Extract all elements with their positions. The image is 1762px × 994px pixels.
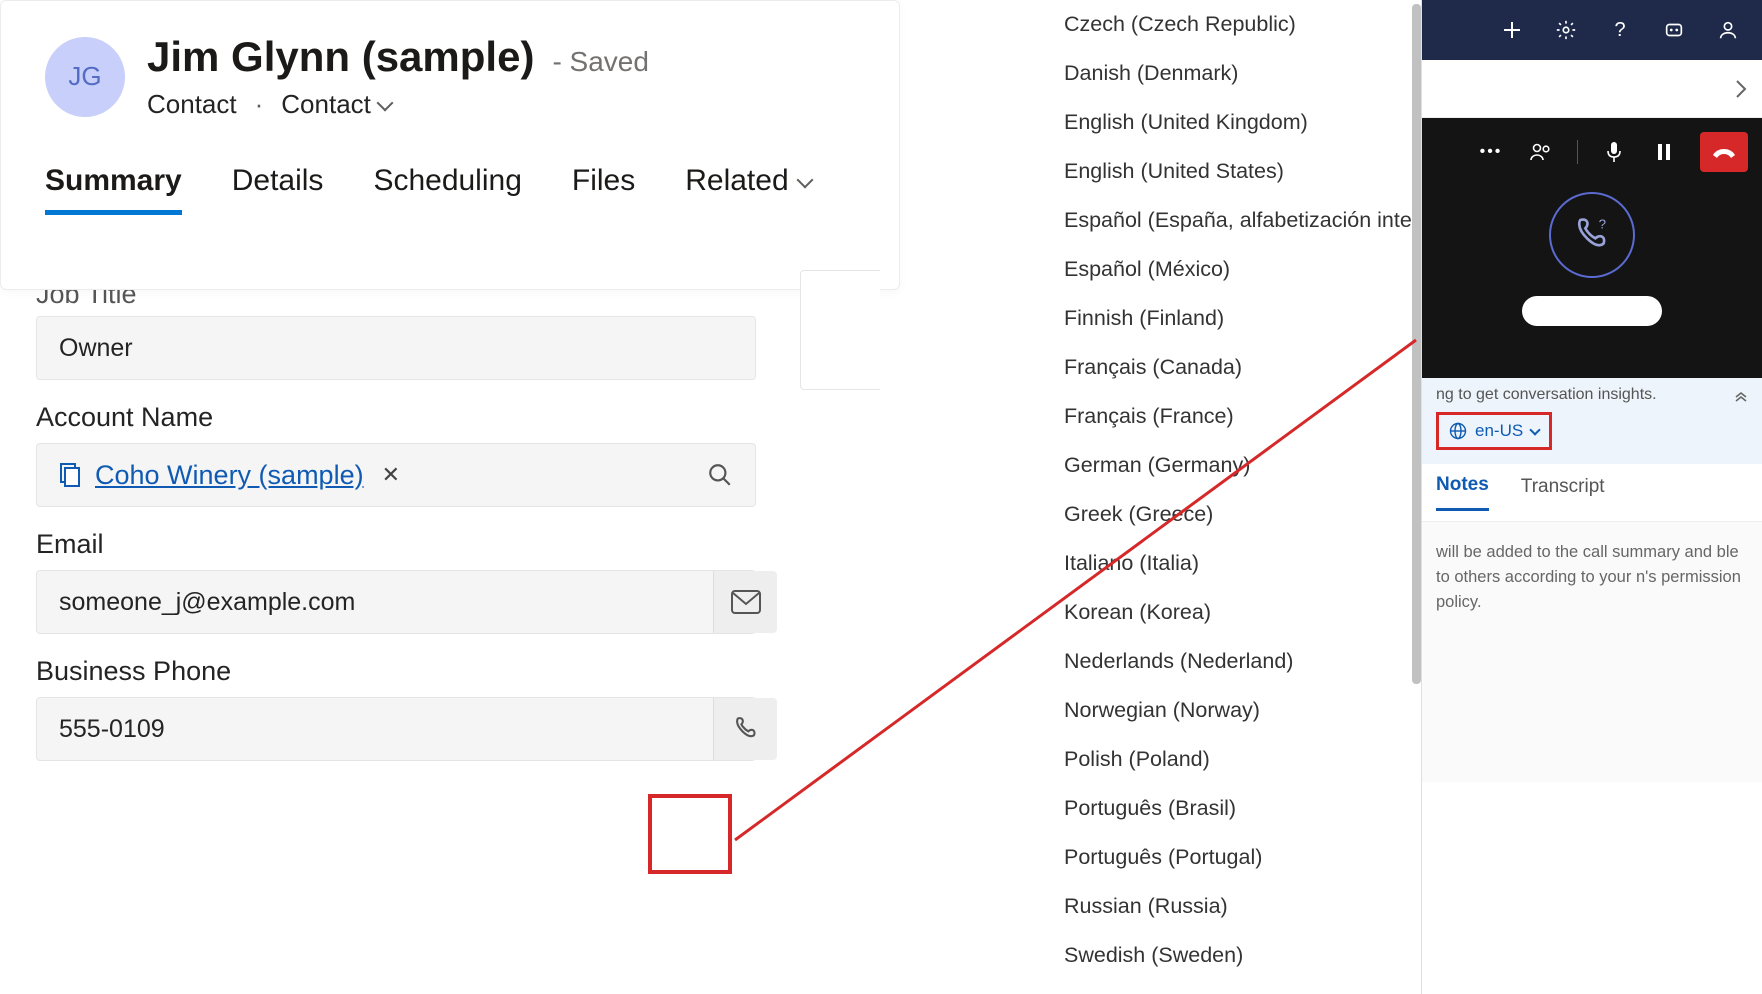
business-phone-label: Business Phone — [36, 656, 756, 687]
form-selector-dropdown[interactable]: Contact — [281, 89, 391, 120]
globe-icon — [1449, 422, 1467, 440]
language-option[interactable]: Greek (Greece) — [1042, 490, 1421, 539]
tab-notes[interactable]: Notes — [1436, 474, 1489, 511]
entity-name: Contact — [147, 89, 237, 120]
help-icon[interactable]: ? — [1608, 18, 1632, 42]
tab-details[interactable]: Details — [232, 164, 324, 215]
language-dropdown-list[interactable]: Czech (Czech Republic)Danish (Denmark)En… — [1042, 0, 1422, 994]
email-label: Email — [36, 529, 756, 560]
profile-icon[interactable] — [1716, 18, 1740, 42]
tab-files[interactable]: Files — [572, 164, 635, 215]
language-option[interactable]: Português (Portugal) — [1042, 833, 1421, 882]
language-option[interactable]: Español (México) — [1042, 245, 1421, 294]
scrollbar-thumb[interactable] — [1412, 4, 1421, 684]
language-option[interactable]: Czech (Czech Republic) — [1042, 0, 1421, 49]
record-header-panel: JG Jim Glynn (sample) - Saved Contact · … — [0, 0, 900, 290]
caller-avatar: ? — [1549, 192, 1635, 278]
collapse-icon[interactable] — [1734, 388, 1748, 402]
language-option[interactable]: Español (España, alfabetización internac… — [1042, 196, 1421, 245]
language-option[interactable]: Italiano (Italia) — [1042, 539, 1421, 588]
call-panel: ••• ? — [1422, 118, 1762, 378]
language-option[interactable]: Danish (Denmark) — [1042, 49, 1421, 98]
caller-name-redacted — [1522, 296, 1662, 326]
language-option[interactable]: English (United States) — [1042, 147, 1421, 196]
language-option[interactable]: Nederlands (Nederland) — [1042, 637, 1421, 686]
divider — [1577, 140, 1578, 164]
account-entity-icon — [59, 462, 81, 488]
language-option[interactable]: Português (Brasil) — [1042, 784, 1421, 833]
account-link[interactable]: Coho Winery (sample) — [95, 460, 364, 491]
language-option[interactable]: Swedish (Sweden) — [1042, 931, 1421, 980]
email-input[interactable]: someone_j@example.com — [36, 570, 756, 634]
tab-related[interactable]: Related — [685, 164, 810, 215]
notes-tabs: Notes Transcript — [1422, 464, 1762, 522]
form-fields: Job Title Owner Account Name Coho Winery… — [36, 290, 756, 761]
notes-body: will be added to the call summary and bl… — [1422, 522, 1762, 782]
language-option[interactable]: Polish (Poland) — [1042, 735, 1421, 784]
job-title-label: Job Title — [36, 290, 756, 310]
language-option[interactable]: Thai (Thailand) — [1042, 980, 1421, 994]
language-option[interactable]: Norwegian (Norway) — [1042, 686, 1421, 735]
chevron-down-icon — [1530, 424, 1541, 435]
hangup-button[interactable] — [1700, 132, 1748, 172]
saved-status: - Saved — [552, 46, 649, 78]
more-options-icon[interactable]: ••• — [1477, 138, 1505, 166]
insights-text: ng to get conversation insights. — [1436, 386, 1657, 404]
insights-bar: ng to get conversation insights. en-US — [1422, 378, 1762, 464]
record-title: Jim Glynn (sample) — [147, 33, 534, 81]
call-phone-button[interactable] — [713, 698, 777, 760]
language-option[interactable]: Finnish (Finland) — [1042, 294, 1421, 343]
partial-side-card — [800, 270, 880, 390]
annotation-highlight-phone — [648, 794, 732, 874]
add-icon[interactable] — [1500, 18, 1524, 42]
tab-transcript[interactable]: Transcript — [1521, 476, 1605, 510]
separator-dot: · — [255, 89, 264, 120]
clear-lookup-icon[interactable]: ✕ — [382, 462, 400, 488]
chevron-down-icon — [376, 94, 393, 111]
language-selector[interactable]: en-US — [1436, 412, 1552, 450]
record-tabs: Summary Details Scheduling Files Related — [45, 164, 855, 215]
business-phone-input[interactable]: 555-0109 — [36, 697, 756, 761]
send-email-button[interactable] — [713, 571, 777, 633]
panel-header — [1422, 60, 1762, 118]
tab-summary[interactable]: Summary — [45, 164, 182, 215]
microphone-icon[interactable] — [1600, 138, 1628, 166]
participants-icon[interactable] — [1527, 138, 1555, 166]
language-option[interactable]: Korean (Korea) — [1042, 588, 1421, 637]
language-option[interactable]: Français (France) — [1042, 392, 1421, 441]
contact-avatar: JG — [45, 37, 125, 117]
chevron-down-icon — [796, 172, 813, 189]
pause-icon[interactable] — [1650, 138, 1678, 166]
chevron-right-icon[interactable] — [1734, 78, 1748, 100]
account-name-lookup[interactable]: Coho Winery (sample) ✕ — [36, 443, 756, 507]
language-option[interactable]: Français (Canada) — [1042, 343, 1421, 392]
assistant-icon[interactable] — [1662, 18, 1686, 42]
tab-scheduling[interactable]: Scheduling — [373, 164, 521, 215]
app-top-bar: ? — [1422, 0, 1762, 60]
job-title-input[interactable]: Owner — [36, 316, 756, 380]
svg-text:?: ? — [1599, 216, 1606, 231]
settings-gear-icon[interactable] — [1554, 18, 1578, 42]
language-option[interactable]: Russian (Russia) — [1042, 882, 1421, 931]
language-option[interactable]: English (United Kingdom) — [1042, 98, 1421, 147]
search-icon[interactable] — [707, 462, 733, 488]
account-name-label: Account Name — [36, 402, 756, 433]
language-option[interactable]: German (Germany) — [1042, 441, 1421, 490]
